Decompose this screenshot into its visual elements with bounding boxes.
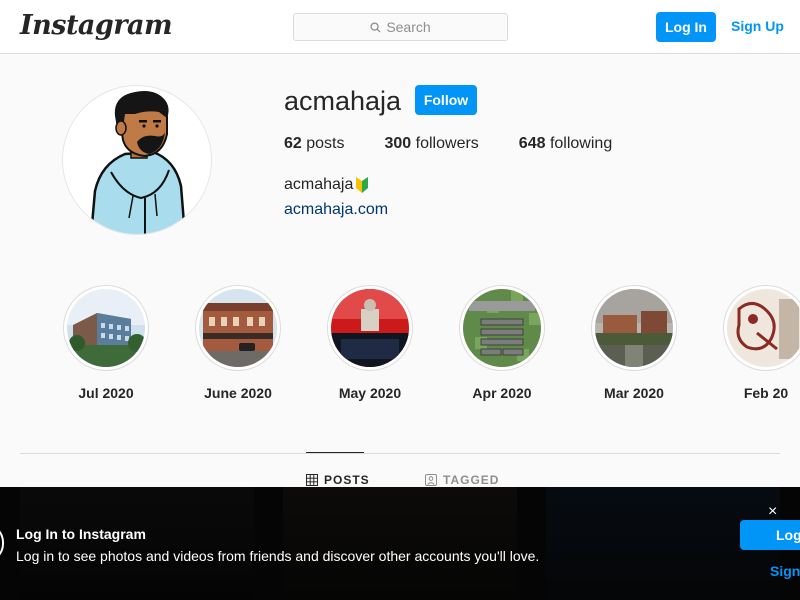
posts-label: posts	[306, 135, 345, 152]
instagram-logo[interactable]: Instagram	[20, 10, 173, 41]
highlight-ring	[723, 285, 800, 371]
highlight-label: Apr 2020	[472, 385, 532, 401]
followers-label: followers	[415, 135, 479, 152]
profile-stats: 62 posts 300 followers 648 following	[284, 135, 652, 153]
beginner-mark-icon	[356, 177, 369, 193]
banner-title: Log In to Instagram	[16, 526, 146, 542]
tab-posts-label: POSTS	[324, 473, 370, 487]
tab-tagged-label: TAGGED	[443, 473, 500, 487]
highlight-item[interactable]: May 2020	[327, 285, 413, 401]
highlight-ring	[591, 285, 677, 371]
highlight-item[interactable]: Apr 2020	[459, 285, 545, 401]
followers-stat[interactable]: 300 followers	[385, 135, 479, 153]
close-icon[interactable]: ×	[768, 503, 777, 521]
posts-stat: 62 posts	[284, 135, 345, 153]
highlight-thumbnail	[199, 289, 277, 367]
highlight-ring	[459, 285, 545, 371]
active-tab-indicator	[306, 452, 364, 453]
banner-text: Log in to see photos and videos from fri…	[16, 548, 540, 564]
highlight-ring	[63, 285, 149, 371]
tab-tagged[interactable]: TAGGED	[425, 473, 499, 487]
highlight-ring	[327, 285, 413, 371]
full-name-text: acmahaja	[284, 176, 354, 193]
signup-link[interactable]: Sign Up	[731, 18, 784, 34]
tab-posts[interactable]: POSTS	[306, 473, 370, 487]
follow-button[interactable]: Follow	[415, 85, 477, 115]
login-button[interactable]: Log In	[656, 12, 716, 42]
following-stat[interactable]: 648 following	[519, 135, 612, 153]
search-placeholder: Search	[386, 19, 431, 35]
banner-signup-link[interactable]: Sign	[770, 563, 800, 579]
profile-username: acmahaja	[284, 86, 402, 116]
highlight-ring	[195, 285, 281, 371]
highlight-thumbnail	[463, 289, 541, 367]
login-banner: Log In to Instagram Log in to see photos…	[0, 487, 800, 600]
banner-login-button[interactable]: Log	[740, 520, 800, 550]
search-input[interactable]: Search	[293, 13, 508, 41]
highlight-label: Mar 2020	[604, 385, 664, 401]
profile-website-link[interactable]: acmahaja.com	[284, 201, 388, 219]
avatar-illustration	[89, 91, 187, 234]
highlight-item[interactable]: Mar 2020	[591, 285, 677, 401]
top-navbar: Instagram Search Log In Sign Up	[0, 0, 800, 54]
highlight-thumbnail	[331, 289, 409, 367]
followers-count: 300	[384, 135, 412, 152]
highlight-item[interactable]: Feb 20	[723, 285, 800, 401]
tagged-person-icon	[425, 474, 437, 486]
profile-avatar[interactable]	[62, 85, 212, 235]
highlight-item[interactable]: June 2020	[195, 285, 281, 401]
highlight-thumbnail	[595, 289, 673, 367]
search-icon	[370, 21, 381, 33]
highlight-label: Feb 20	[743, 385, 789, 401]
banner-overlay	[0, 487, 800, 600]
grid-icon	[306, 474, 318, 486]
posts-count: 62	[284, 135, 302, 152]
profile-full-name: acmahaja	[284, 176, 369, 194]
highlight-item[interactable]: Jul 2020	[63, 285, 149, 401]
highlight-label: May 2020	[338, 385, 402, 401]
highlight-thumbnail	[727, 289, 800, 367]
highlight-label: June 2020	[204, 385, 272, 401]
highlight-label: Jul 2020	[78, 385, 134, 401]
following-count: 648	[518, 135, 546, 152]
highlight-thumbnail	[67, 289, 145, 367]
tabs-divider	[20, 453, 780, 454]
following-label: following	[549, 135, 613, 152]
